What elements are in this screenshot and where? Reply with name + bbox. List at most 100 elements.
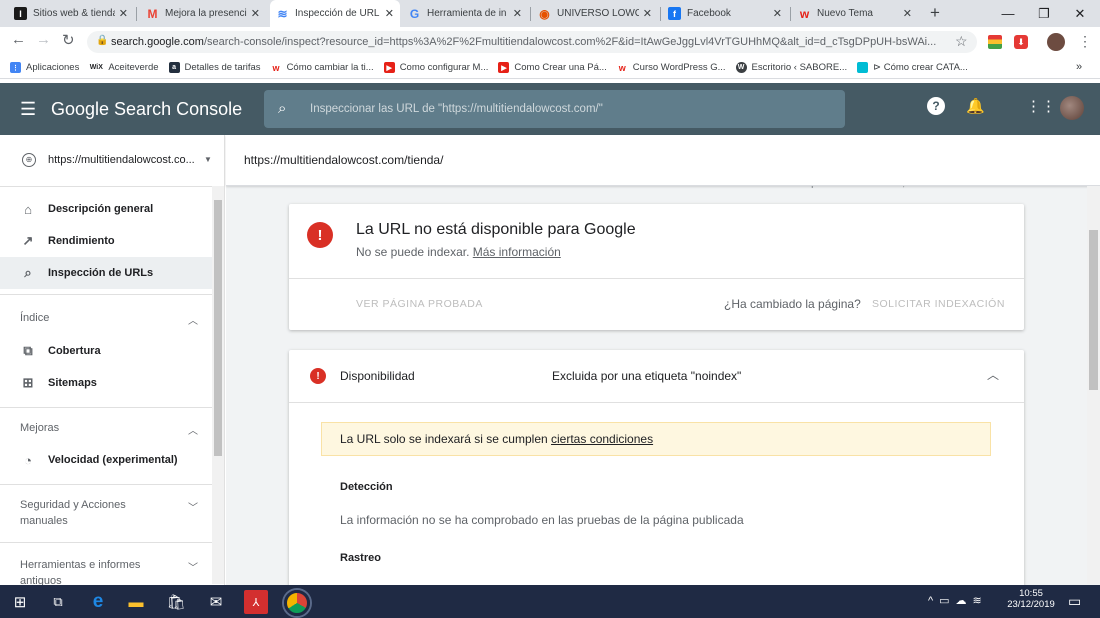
close-tab-icon[interactable]: ✕ — [119, 7, 128, 20]
help-icon[interactable]: ? — [927, 97, 945, 115]
forward-icon[interactable]: → — [36, 31, 51, 48]
tab-title: Herramienta de in — [427, 8, 507, 19]
site-favicon-icon: ◉ — [539, 6, 550, 21]
bookmarks-overflow-icon[interactable]: » — [1076, 61, 1082, 73]
sidebar-item-overview[interactable]: ⌂ Descripción general — [0, 193, 212, 225]
chevron-down-icon: ﹀ — [188, 563, 198, 574]
browser-tab[interactable]: ◉ UNIVERSO LOWCO ✕ — [532, 0, 658, 27]
bookmark-label: ⊳ Cómo crear CATA... — [873, 62, 968, 73]
bookmark-item[interactable]: a Detalles de tarifas — [168, 62, 261, 73]
url-field[interactable]: 🔒 search.google.com/search-console/inspe… — [87, 31, 977, 53]
close-tab-icon[interactable]: ✕ — [251, 7, 260, 20]
property-selector[interactable]: ⊕ https://multitiendalowcost.co... ▼ — [0, 135, 224, 187]
bookmark-item[interactable]: ▶ Como configurar M... — [383, 62, 488, 73]
sidebar-item-label: Sitemaps — [48, 377, 97, 389]
browser-tab[interactable]: w Nuevo Tema ✕ — [792, 0, 918, 27]
extension-icon[interactable] — [988, 35, 1002, 49]
section-title: Mejoras — [20, 422, 60, 434]
bookmark-label: Cómo cambiar la ti... — [286, 62, 374, 73]
more-menu-icon[interactable]: ⋮ — [1078, 33, 1092, 50]
section-security[interactable]: Seguridad y Acciones manuales ﹀ — [0, 499, 212, 531]
notifications-bell-icon[interactable]: 🔔 — [966, 97, 985, 115]
section-improvements[interactable]: Mejoras ︿ — [0, 422, 212, 437]
url-inspection-search-input[interactable]: ⌕ Inspeccionar las URL de "https://multi… — [264, 90, 845, 128]
sidebar-item-url-inspection[interactable]: ⌕ Inspección de URLs — [0, 257, 212, 289]
section-index[interactable]: Índice ︿ — [0, 312, 212, 327]
sidebar-item-coverage[interactable]: ⧉ Cobertura — [0, 335, 212, 367]
sidebar-item-speed[interactable]: ◔ Velocidad (experimental) — [0, 444, 212, 476]
acrobat-icon[interactable]: ⅄ — [244, 590, 268, 614]
availability-row[interactable]: ! Disponibilidad Excluida por una etique… — [289, 350, 1024, 402]
sidebar-item-sitemaps[interactable]: ⊞ Sitemaps — [0, 367, 212, 399]
profile-avatar[interactable] — [1047, 33, 1065, 51]
home-icon: ⌂ — [24, 201, 32, 217]
reload-icon[interactable]: ↻ — [62, 31, 75, 49]
request-indexing-button[interactable]: SOLICITAR INDEXACIÓN — [872, 298, 1005, 310]
close-tab-icon[interactable]: ✕ — [513, 7, 522, 20]
mail-icon[interactable]: ✉ — [204, 590, 228, 614]
browser-tab[interactable]: f Facebook ✕ — [662, 0, 788, 27]
bookmark-item[interactable]: W Escritorio ‹ SABORE... — [735, 62, 847, 73]
apps-grid-icon[interactable]: ⋮⋮ — [1026, 97, 1056, 115]
scrollbar-thumb[interactable] — [214, 200, 222, 456]
conditions-link[interactable]: ciertas condiciones — [551, 432, 653, 446]
close-tab-icon[interactable]: ✕ — [643, 7, 652, 20]
bookmark-item[interactable]: ▶ Como Crear una Pá... — [498, 62, 607, 73]
clock-time: 10:55 — [1019, 588, 1043, 599]
sidebar-scrollbar[interactable] — [212, 186, 224, 584]
availability-value: Excluida por una etiqueta "noindex" — [552, 369, 742, 383]
url-path: /search-console/inspect?resource_id=http… — [203, 36, 937, 48]
search-icon: ⌕ — [24, 265, 32, 280]
main-scrollbar[interactable] — [1087, 186, 1100, 584]
close-tab-icon[interactable]: ✕ — [903, 7, 912, 20]
minimize-button[interactable]: — — [990, 0, 1026, 27]
youtube-icon: ▶ — [498, 62, 510, 73]
inspected-url-bar: https://multitiendalowcost.com/tienda/ — [226, 135, 1100, 186]
browser-tab[interactable]: M Mejora la presencia ✕ — [140, 0, 266, 27]
bookmark-item[interactable]: w Cómo cambiar la ti... — [271, 62, 374, 73]
file-explorer-icon[interactable]: ▬ — [124, 590, 148, 614]
task-view-icon[interactable]: ⧉ — [46, 590, 70, 614]
browser-tab[interactable]: G Herramienta de in ✕ — [402, 0, 528, 27]
bookmark-item[interactable]: ⊳ Cómo crear CATA... — [857, 62, 968, 73]
browser-tab[interactable]: I Sitios web & tienda ✕ — [8, 0, 134, 27]
close-window-button[interactable]: ✕ — [1062, 0, 1098, 27]
account-avatar[interactable] — [1060, 96, 1084, 120]
download-extension-icon[interactable]: ⬇ — [1014, 35, 1028, 49]
section-title-line2: antiguos — [20, 575, 62, 585]
bookmark-item[interactable]: w Curso WordPress G... — [617, 62, 726, 73]
back-icon[interactable]: ← — [11, 31, 26, 48]
scrollbar-thumb[interactable] — [1089, 230, 1098, 390]
detection-text: La información no se ha comprobado en la… — [340, 513, 744, 527]
status-subtitle-text: No se puede indexar. — [356, 245, 470, 259]
sidebar-item-performance[interactable]: ↗ Rendimiento — [0, 225, 212, 257]
copy-icon: ⧉ — [23, 343, 33, 358]
browser-tab-active[interactable]: ≋ Inspección de URL ✕ — [270, 0, 400, 27]
windows-start-icon[interactable]: ⊞ — [8, 590, 32, 614]
more-info-link[interactable]: Más información — [473, 245, 561, 259]
error-icon: ! — [307, 222, 333, 248]
sidebar: ⊕ https://multitiendalowcost.co... ▼ ⌂ D… — [0, 135, 225, 585]
restore-button[interactable]: ❐ — [1026, 0, 1062, 27]
edge-icon[interactable]: e — [86, 590, 110, 614]
chevron-up-icon[interactable]: ︿ — [987, 366, 999, 383]
close-tab-icon[interactable]: ✕ — [385, 7, 394, 20]
new-tab-button[interactable]: + — [930, 3, 940, 23]
property-name: https://multitiendalowcost.co... — [48, 154, 195, 166]
view-tested-page-button[interactable]: VER PÁGINA PROBADA — [356, 298, 483, 310]
bookmark-apps[interactable]: ⋮ Aplicaciones — [10, 62, 79, 73]
clock[interactable]: 10:55 23/12/2019 — [1007, 588, 1055, 610]
chrome-icon[interactable] — [284, 590, 310, 616]
sitemap-icon: ⊞ — [22, 375, 34, 390]
app-brand: Google Search Console — [51, 99, 243, 119]
close-tab-icon[interactable]: ✕ — [773, 7, 782, 20]
star-icon[interactable]: ☆ — [955, 33, 968, 50]
hamburger-menu-icon[interactable]: ☰ — [20, 99, 36, 120]
bookmark-label: Como Crear una Pá... — [514, 62, 607, 73]
bookmark-item[interactable]: WiX Aceiteverde — [89, 62, 159, 73]
section-title: Índice — [20, 312, 50, 324]
store-icon[interactable]: 🛍 — [164, 590, 188, 614]
section-legacy-tools[interactable]: Herramientas e informes antiguos ﹀ — [0, 559, 212, 585]
system-tray-icons[interactable]: ^▭☁︎≋ — [928, 594, 988, 607]
notifications-icon[interactable]: ▭ — [1068, 593, 1081, 610]
